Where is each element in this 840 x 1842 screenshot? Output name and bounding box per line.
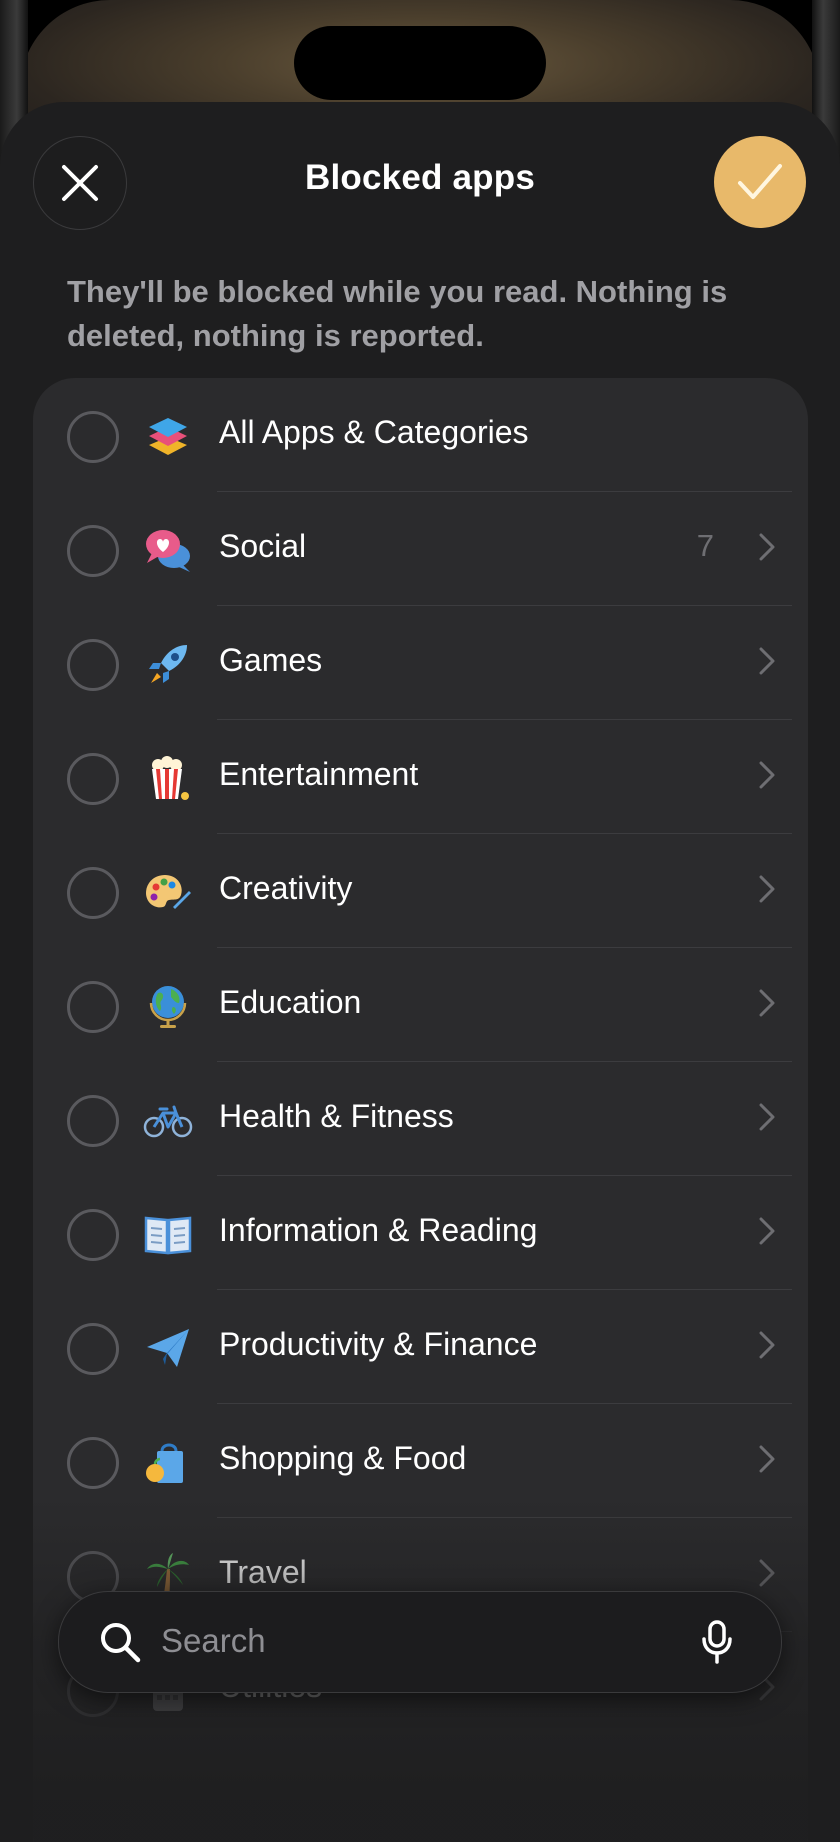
list-item[interactable]: Education <box>33 948 808 1062</box>
microphone-icon[interactable] <box>699 1620 735 1664</box>
chevron-right-icon <box>759 1217 775 1245</box>
radio-button[interactable] <box>67 867 119 919</box>
chevron-right-icon <box>759 875 775 903</box>
list-item[interactable]: Creativity <box>33 834 808 948</box>
list-item[interactable]: Health & Fitness <box>33 1062 808 1176</box>
list-item-label: Productivity & Finance <box>219 1326 538 1362</box>
dynamic-island <box>294 26 546 100</box>
chevron-right-icon <box>759 1103 775 1131</box>
list-item[interactable]: Shopping & Food <box>33 1404 808 1518</box>
paper-plane-icon <box>147 1329 189 1367</box>
subtitle: They'll be blocked while you read. Nothi… <box>67 274 728 353</box>
list-item-label: Education <box>219 984 362 1020</box>
globe-icon <box>149 986 187 1028</box>
rocket-icon <box>149 645 187 683</box>
list-item-label: Games <box>219 642 323 678</box>
list-item[interactable]: Games <box>33 606 808 720</box>
chevron-right-icon <box>759 761 775 789</box>
list-item-label: Entertainment <box>219 756 419 792</box>
page-title: Blocked apps <box>305 158 535 197</box>
bicycle-icon <box>143 1105 193 1138</box>
list-item-label: All Apps & Categories <box>219 414 529 450</box>
list-item[interactable]: All Apps & Categories <box>33 378 808 492</box>
radio-button[interactable] <box>67 1095 119 1147</box>
radio-button[interactable] <box>67 1209 119 1261</box>
list-item-label: Information & Reading <box>219 1212 538 1248</box>
list-item-label: Creativity <box>219 870 353 906</box>
chevron-right-icon <box>759 1559 775 1587</box>
open-book-icon <box>144 1216 192 1255</box>
close-icon <box>62 165 98 201</box>
radio-button[interactable] <box>67 1437 119 1489</box>
radio-button[interactable] <box>67 1323 119 1375</box>
search-icon <box>101 1623 141 1663</box>
list-item[interactable]: Social 7 <box>33 492 808 606</box>
list-item[interactable]: Entertainment <box>33 720 808 834</box>
list-item[interactable]: Productivity & Finance <box>33 1290 808 1404</box>
palette-icon <box>146 875 191 909</box>
list-item-label: Travel <box>219 1554 307 1590</box>
close-button[interactable] <box>33 136 127 230</box>
shopping-bag-icon <box>146 1443 183 1483</box>
app-count: 7 <box>696 528 714 563</box>
chevron-right-icon <box>759 1331 775 1359</box>
confirm-button[interactable] <box>714 136 806 228</box>
blocked-apps-sheet: Blocked apps They'll be blocked while yo… <box>0 102 840 1842</box>
chevron-right-icon <box>759 989 775 1017</box>
popcorn-icon <box>152 756 189 800</box>
list-item[interactable]: Information & Reading <box>33 1176 808 1290</box>
radio-button[interactable] <box>67 525 119 577</box>
radio-button[interactable] <box>67 639 119 691</box>
list-item-label: Health & Fitness <box>219 1098 454 1134</box>
chevron-right-icon <box>759 1445 775 1473</box>
search-input[interactable]: Search <box>161 1622 266 1660</box>
chevron-right-icon <box>759 533 775 561</box>
radio-button[interactable] <box>67 411 119 463</box>
speech-bubble-heart-icon <box>146 530 190 572</box>
radio-button[interactable] <box>67 753 119 805</box>
list-item-label: Social <box>219 528 307 564</box>
list-item-label: Shopping & Food <box>219 1440 467 1476</box>
chevron-right-icon <box>759 647 775 675</box>
search-bar[interactable]: Search <box>58 1591 782 1693</box>
radio-button[interactable] <box>67 981 119 1033</box>
checkmark-icon <box>738 164 782 199</box>
stack-icon <box>149 418 187 455</box>
